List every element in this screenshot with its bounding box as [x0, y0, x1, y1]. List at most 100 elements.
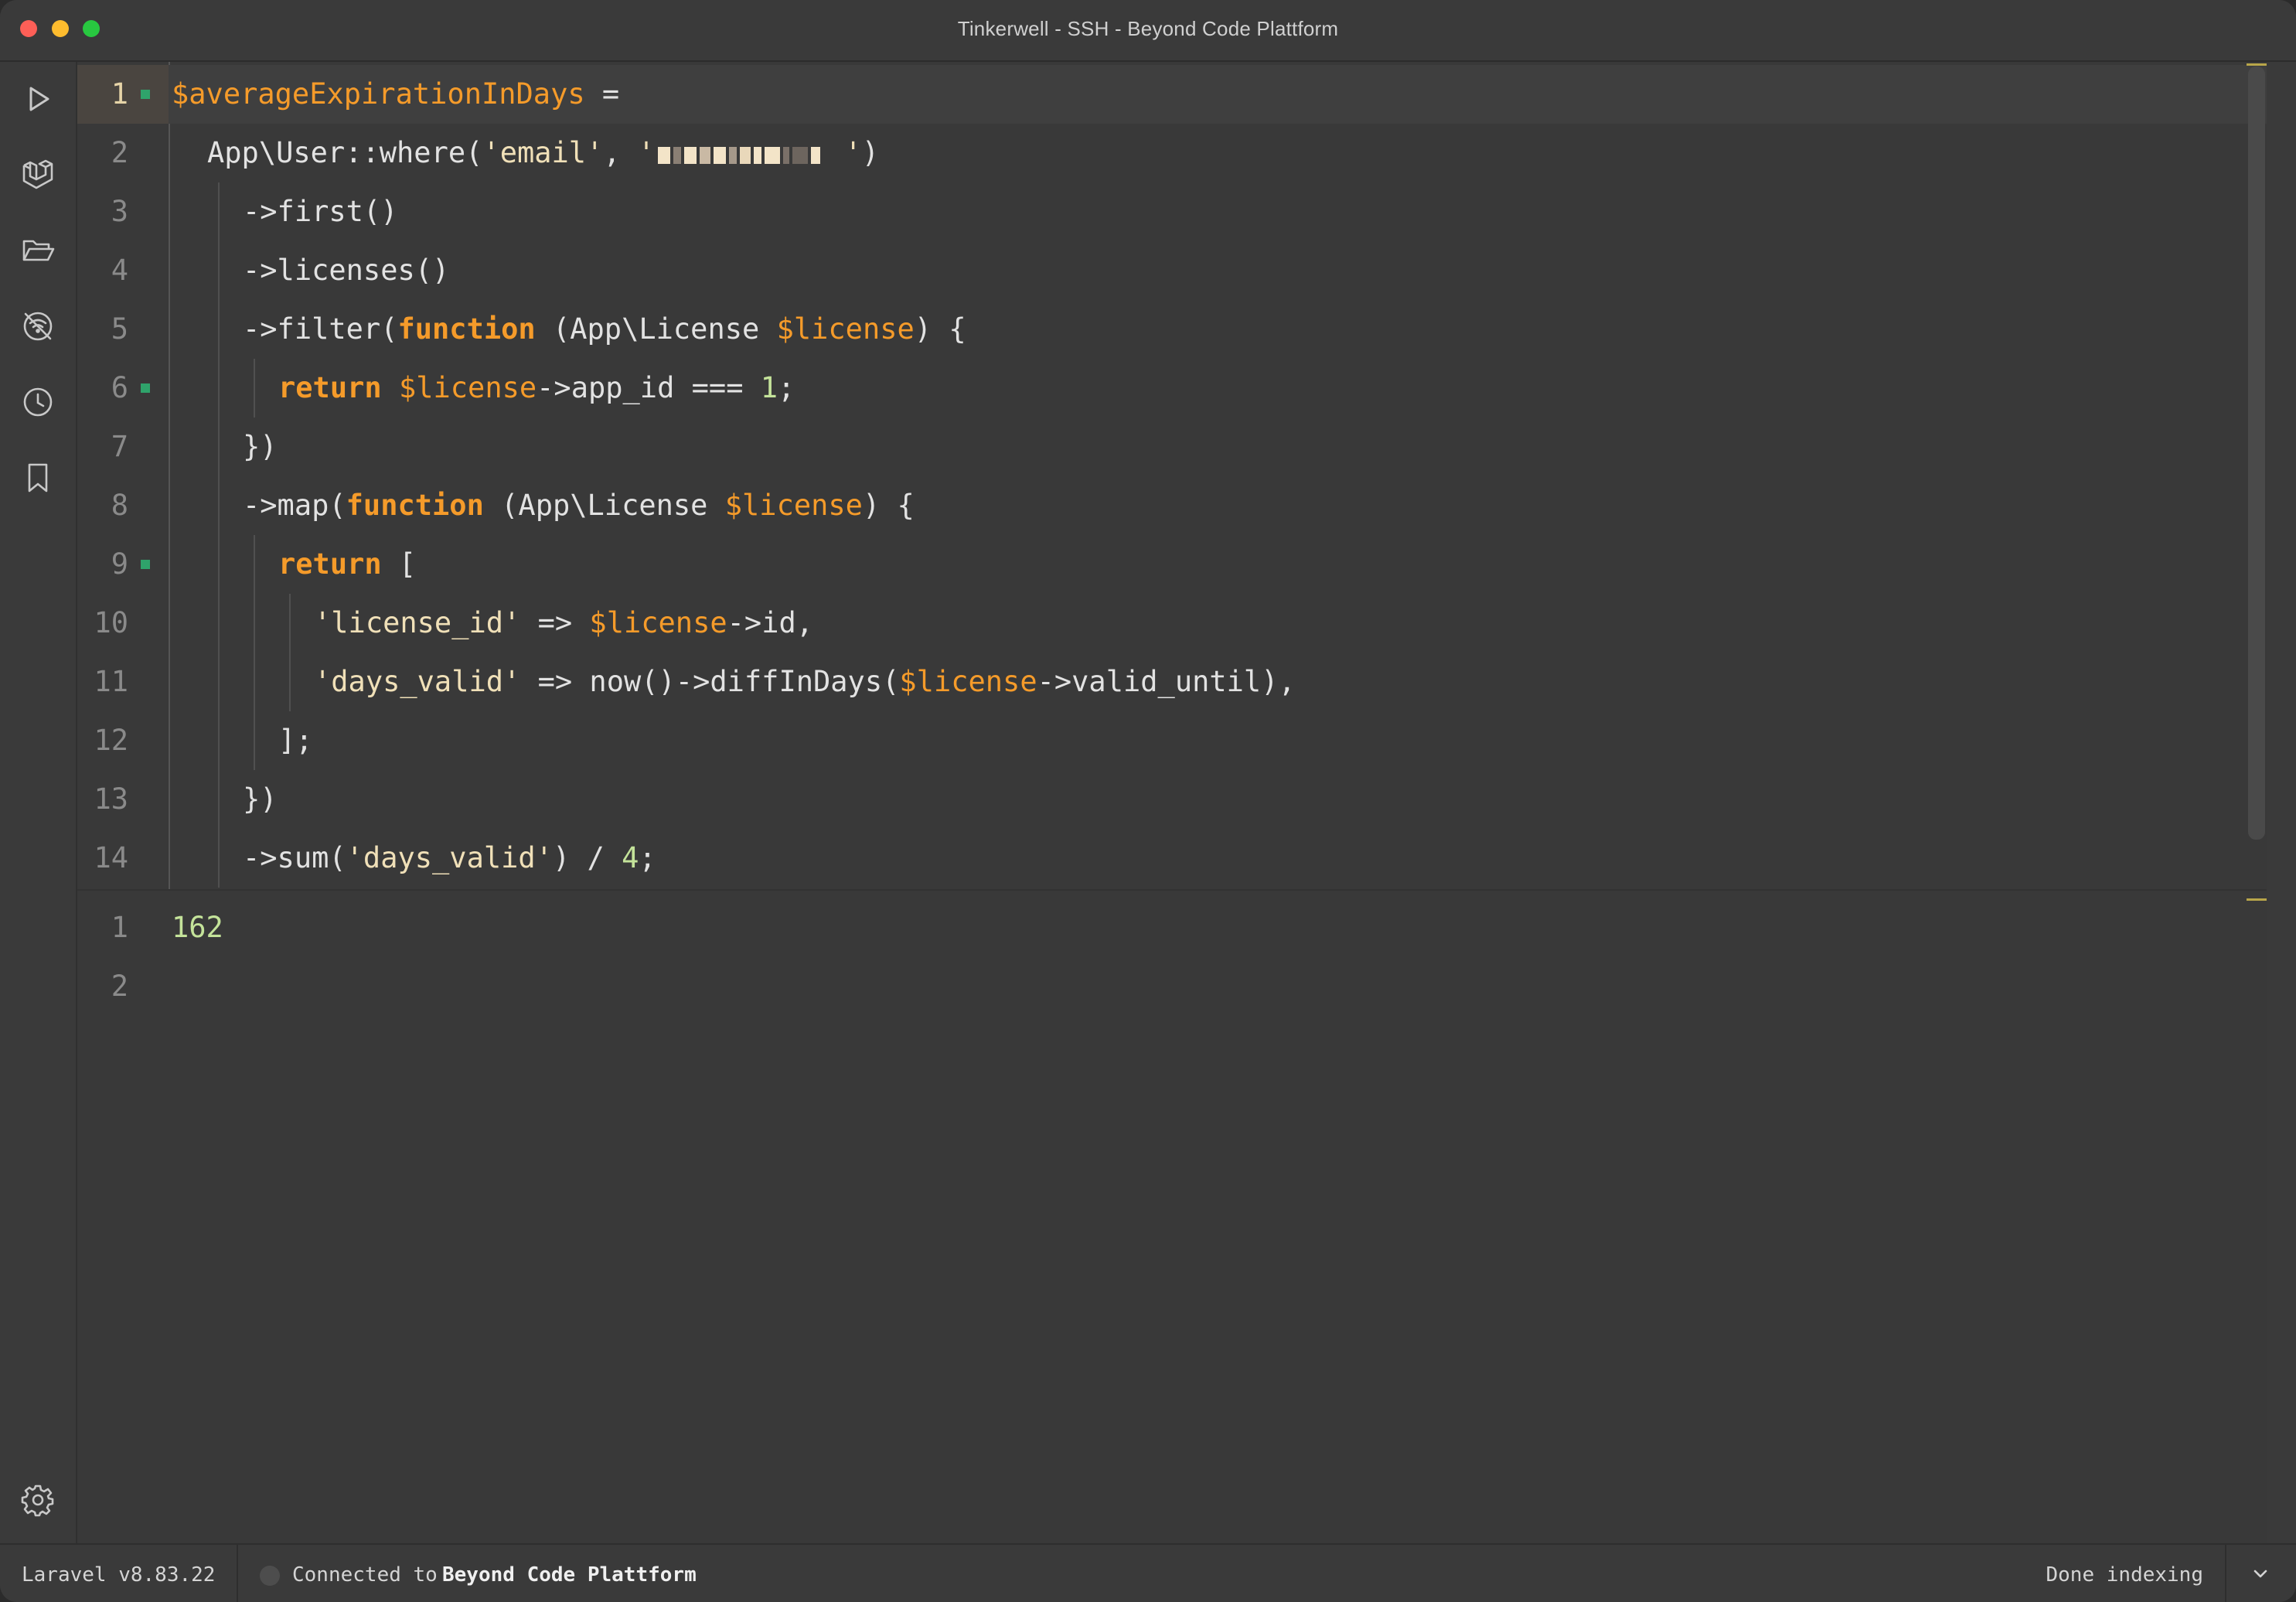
line-number: 6 — [111, 371, 128, 404]
code-token: function — [397, 312, 536, 346]
line-gutter: 2 — [77, 124, 169, 182]
result-output: 1 162 2 — [77, 891, 2267, 1543]
code-token: }) — [243, 430, 278, 463]
line-number: 12 — [94, 724, 128, 757]
line-number: 2 — [111, 136, 128, 169]
gutter-marker — [141, 90, 150, 99]
scrollbar[interactable] — [2248, 66, 2265, 840]
indent-guide — [218, 770, 220, 829]
line-gutter: 11 — [77, 653, 169, 711]
code-text: App\User::where('email', ' ') — [207, 124, 879, 184]
code-token: 'days_valid' — [346, 841, 553, 874]
code-token: 162 — [172, 911, 223, 944]
gutter-marker — [141, 560, 150, 569]
code-text: ]; — [278, 711, 313, 770]
line-gutter: 5 — [77, 300, 169, 359]
code-token: [ — [381, 547, 417, 581]
line-gutter: 13 — [77, 770, 169, 829]
indent-guide — [289, 594, 291, 653]
indent-guide — [289, 653, 291, 711]
code-token: ->valid_until), — [1037, 665, 1296, 698]
code-text: }) — [243, 770, 278, 829]
indent-guide — [218, 300, 220, 359]
chevron-down-icon[interactable] — [2248, 1562, 2273, 1587]
sidebar — [0, 62, 77, 1543]
redacted-text — [655, 125, 844, 184]
code-token: return — [278, 547, 382, 581]
code-input[interactable]: 1 $averageExpirationInDays =2 App\User::wh… — [77, 62, 2267, 889]
code-token: ; — [778, 371, 795, 404]
code-token: => — [520, 606, 590, 639]
code-token: }) — [243, 782, 278, 816]
code-text: return $license->app_id === 1; — [278, 359, 795, 418]
indent-guide — [254, 711, 255, 770]
line-gutter: 3 — [77, 182, 169, 241]
code-text: 162 — [172, 898, 223, 957]
code-text: 'license_id' => $license->id, — [314, 594, 813, 653]
input-line[interactable]: 13}) — [77, 770, 2267, 829]
scroll-marker — [2247, 898, 2267, 901]
indent-guide — [218, 359, 220, 418]
code-token: $license — [899, 665, 1037, 698]
indent-guide — [218, 182, 220, 241]
line-gutter: 7 — [77, 418, 169, 476]
indent-guide — [218, 829, 220, 888]
indent-guide — [218, 241, 220, 300]
code-token: function — [346, 489, 484, 522]
input-line[interactable]: 8 ->map(function (App\License $license) { — [77, 476, 2267, 535]
code-text: ->sum('days_valid') / 4; — [243, 829, 656, 888]
bookmark-icon[interactable] — [19, 459, 56, 496]
input-line[interactable]: 12]; — [77, 711, 2267, 770]
folder-open-icon[interactable] — [19, 232, 56, 269]
code-token: , — [603, 136, 638, 169]
code-token: $license — [589, 606, 727, 639]
input-line[interactable]: 5 ->filter(function (App\License $license… — [77, 300, 2267, 359]
run-icon[interactable] — [19, 80, 56, 118]
code-token: 'email' — [482, 136, 604, 169]
input-line[interactable]: 6 return $license->app_id === 1; — [77, 359, 2267, 418]
code-token: => now()->diffInDays( — [520, 665, 900, 698]
line-gutter: 9 — [77, 535, 169, 594]
line-number: 1 — [111, 911, 128, 944]
output-line[interactable]: 1 162 — [77, 898, 2267, 957]
line-number: 7 — [111, 430, 128, 463]
line-gutter: 14 — [77, 829, 169, 888]
line-number: 13 — [94, 782, 128, 816]
input-line[interactable]: 10 'license_id' => $license->id, — [77, 594, 2267, 653]
title-bar: Tinkerwell - SSH - Beyond Code Plattform — [0, 0, 2296, 62]
code-token: ) { — [862, 489, 915, 522]
line-gutter: 8 — [77, 476, 169, 535]
indent-guide — [254, 653, 255, 711]
code-token: 1 — [760, 371, 778, 404]
history-icon[interactable] — [19, 383, 56, 421]
code-token: App\User::where( — [207, 136, 483, 169]
line-number: 5 — [111, 312, 128, 346]
laravel-icon[interactable] — [19, 156, 56, 193]
gutter-marker — [141, 383, 150, 393]
input-line[interactable]: 1 $averageExpirationInDays = — [77, 65, 2267, 124]
input-line[interactable]: 2 App\User::where('email', ' ') — [77, 124, 2267, 182]
indent-guide — [254, 535, 255, 594]
output-line[interactable]: 2 — [77, 957, 2267, 1016]
status-bar: Laravel v8.83.22 Connected to Beyond Cod… — [0, 1543, 2296, 1602]
input-line[interactable]: 9 return [ — [77, 535, 2267, 594]
input-line[interactable]: 3 ->first() — [77, 182, 2267, 241]
code-editor[interactable]: 1 $averageExpirationInDays =2 App\User::wh… — [77, 62, 2267, 1543]
input-line[interactable]: 4 ->licenses() — [77, 241, 2267, 300]
line-number: 10 — [94, 606, 128, 639]
window-title: Tinkerwell - SSH - Beyond Code Plattform — [957, 17, 1339, 40]
input-line[interactable]: 14 ->sum('days_valid') / 4; — [77, 829, 2267, 888]
connection-target[interactable]: Beyond Code Plattform — [442, 1563, 697, 1587]
no-signal-icon[interactable] — [19, 308, 56, 345]
indent-guide — [218, 653, 220, 711]
code-token: ->licenses() — [243, 254, 450, 287]
indent-guide — [254, 594, 255, 653]
code-token: ->map( — [243, 489, 346, 522]
line-gutter: 12 — [77, 711, 169, 770]
line-number: 8 — [111, 489, 128, 522]
scroll-marker — [2247, 63, 2267, 66]
settings-icon[interactable] — [19, 1481, 56, 1518]
input-line[interactable]: 11 'days_valid' => now()->diffInDays($lic… — [77, 653, 2267, 711]
input-line[interactable]: 7}) — [77, 418, 2267, 476]
